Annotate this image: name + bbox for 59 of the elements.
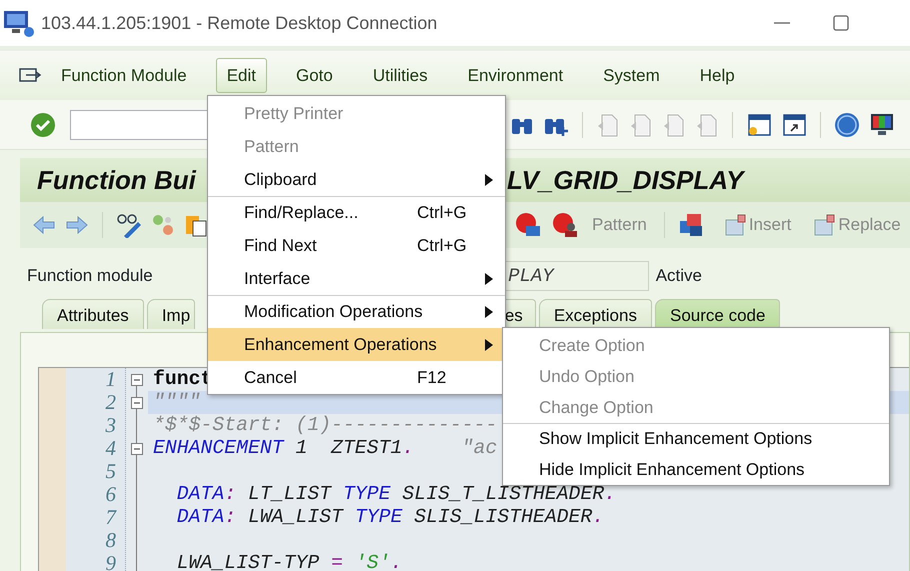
code-line: *$*$-Start: (1)-------------- (153, 414, 498, 436)
line-number: 6 (104, 483, 117, 506)
menu-item[interactable]: Show Implicit Enhancement Options (503, 423, 889, 454)
window-sun-icon[interactable] (746, 112, 772, 138)
submenu-arrow-icon (484, 272, 494, 286)
submenu-arrow-icon (484, 305, 494, 319)
submenu-arrow-icon (484, 338, 494, 352)
window-title: 103.44.1.205:1901 - Remote Desktop Connection (41, 12, 438, 35)
menu-item[interactable]: Goto (284, 58, 344, 94)
status-text: Active (656, 265, 702, 288)
code-line: LWA_LIST-TYP = 'S'. (176, 552, 402, 571)
tab[interactable]: Exceptions (538, 299, 652, 329)
document-corner-icon (722, 213, 747, 237)
menu-item[interactable]: Environment (456, 58, 574, 94)
line-number: 7 (104, 506, 118, 529)
collapse-icon[interactable] (131, 443, 143, 455)
line-number: 1 (104, 368, 117, 391)
line-number: 9 (104, 552, 117, 571)
collapse-icon[interactable] (131, 397, 143, 409)
tab[interactable]: Imp (146, 299, 195, 329)
code-line: ENHANCEMENT 1 ZTEST1. "ac (153, 437, 498, 459)
menu-item[interactable]: Function Module (50, 58, 198, 94)
menu-item[interactable]: Hide Implicit Enhancement Options (503, 454, 889, 485)
arrow-right-icon[interactable] (65, 215, 89, 235)
line-number: 4 (104, 437, 117, 460)
menu-item[interactable]: Help (688, 58, 746, 94)
tab[interactable]: Attributes (42, 299, 144, 329)
screen-title: LV_GRID_DISPLAY (507, 164, 744, 196)
stop-person-icon[interactable] (551, 212, 579, 238)
collapse-icon[interactable] (131, 374, 143, 386)
menu-item[interactable]: Interface (208, 262, 505, 295)
checkmark-icon[interactable] (30, 112, 56, 138)
menu-item[interactable]: Enhancement Operations (208, 328, 505, 361)
code-line: DATA: LWA_LIST TYPE SLIS_LISTHEADER. (176, 506, 604, 528)
menu-item[interactable]: Utilities (362, 58, 439, 94)
menu-item[interactable]: Clipboard (208, 163, 505, 196)
menu-item[interactable]: Find/Replace... Ctrl+G (208, 196, 505, 229)
document-corner-icon (812, 213, 836, 237)
menu-item[interactable]: System (592, 58, 671, 94)
glasses-pencil-icon[interactable] (116, 212, 142, 238)
command-field[interactable] (70, 110, 210, 140)
stop-monitor-icon[interactable] (514, 212, 542, 238)
help-icon[interactable] (834, 112, 860, 138)
line-number: 5 (104, 460, 117, 483)
line-number: 8 (104, 529, 117, 552)
menu-item[interactable]: Find Next Ctrl+G (208, 229, 505, 262)
monitor-icon[interactable] (869, 112, 895, 138)
tab[interactable]: Source code (654, 299, 780, 329)
code-line: DATA: LT_LIST TYPE SLIS_T_LISTHEADER. (176, 483, 616, 505)
line-number: 3 (104, 414, 117, 437)
maximize-icon[interactable] (832, 14, 850, 32)
line-number: 2 (104, 391, 117, 414)
code-line: """" (153, 391, 200, 413)
computer-icon (2, 8, 36, 38)
submenu-arrow-icon (484, 172, 494, 186)
screen-title: Function Bui (37, 164, 196, 196)
arrow-left-icon[interactable] (32, 215, 56, 235)
field-label: Function module (27, 265, 153, 288)
menu-item[interactable]: Edit (216, 58, 267, 94)
